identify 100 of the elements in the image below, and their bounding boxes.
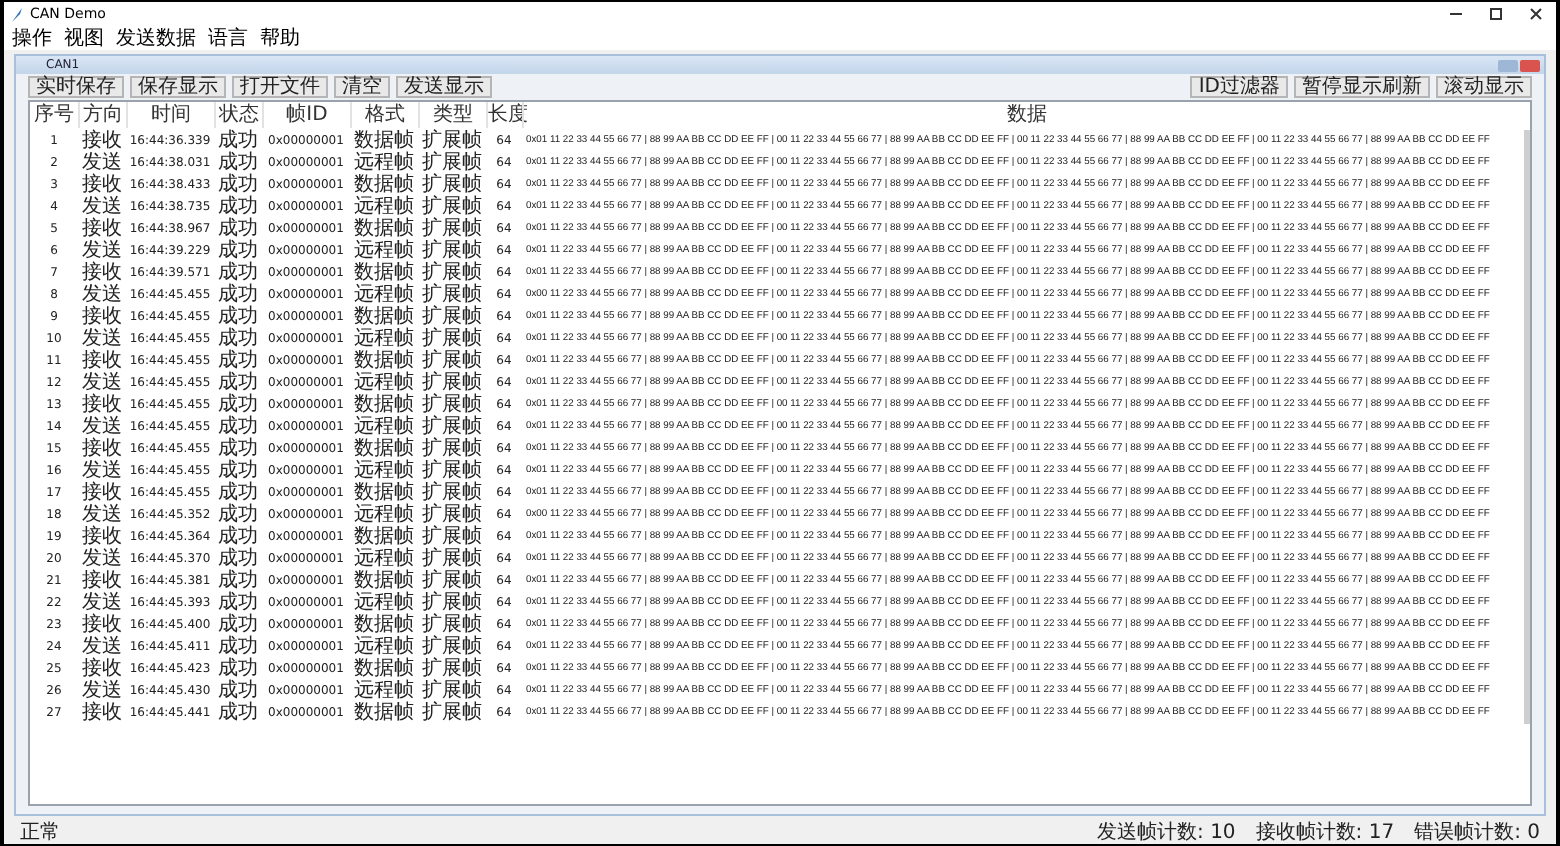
table-cell-text: 远程帧 <box>352 372 416 394</box>
table-cell-text: 扩展帧 <box>420 658 484 680</box>
table-cell-text: 扩展帧 <box>420 416 484 438</box>
table-cell-text: 扩展帧 <box>420 438 484 460</box>
table-cell-text: 接收 <box>80 174 124 196</box>
table-cell-text: 接收 <box>80 658 124 680</box>
table-cell-text: 远程帧 <box>352 460 416 482</box>
table-cell-text: 远程帧 <box>352 328 416 350</box>
table-cell-text: 数据帧 <box>352 130 416 152</box>
table-cell-text: 发送 <box>80 372 124 394</box>
menu-item[interactable]: 发送数据 <box>116 27 196 49</box>
feather-icon <box>10 6 24 22</box>
table-cell-text: 扩展帧 <box>420 350 484 372</box>
table-cell-text: 发送 <box>80 152 124 174</box>
table-cell-text: 扩展帧 <box>420 548 484 570</box>
table-cell-text: 数据帧 <box>352 306 416 328</box>
table-cell-text: 成功 <box>216 218 260 240</box>
toolbar-button[interactable]: 暂停显示刷新 <box>1294 76 1430 98</box>
toolbar-button[interactable]: ID过滤器 <box>1190 76 1288 98</box>
table-cell-text: 扩展帧 <box>420 680 484 702</box>
table-cell-text: 接收 <box>80 218 124 240</box>
table-cell-text: 数据帧 <box>352 570 416 592</box>
table-cell-text: 成功 <box>216 636 260 658</box>
table-cell-text: 扩展帧 <box>420 592 484 614</box>
column-header: 时间 <box>126 102 214 128</box>
table-cell-text: 扩展帧 <box>420 152 484 174</box>
table-cell-text: 接收 <box>80 614 124 636</box>
table-cell-text: 发送 <box>80 240 124 262</box>
table-cell-text: 远程帧 <box>352 152 416 174</box>
toolbar-button[interactable]: 滚动显示 <box>1436 76 1532 98</box>
toolbar-button[interactable]: 实时保存 <box>28 76 124 98</box>
menu-item[interactable]: 语言 <box>208 27 248 49</box>
table-cell-text: 发送 <box>80 680 124 702</box>
table-cell-text: 数据帧 <box>352 526 416 548</box>
table-cell-text: 发送 <box>80 504 124 526</box>
table-cell-text: 数据帧 <box>352 438 416 460</box>
table-cell-text: 数据帧 <box>352 262 416 284</box>
table-cell-text: 扩展帧 <box>420 306 484 328</box>
column-header: 状态 <box>214 102 262 128</box>
table-cell-text: 远程帧 <box>352 680 416 702</box>
table-cell-text: 远程帧 <box>352 504 416 526</box>
table-cell-text: 远程帧 <box>352 284 416 306</box>
table-cell-text: 成功 <box>216 416 260 438</box>
table-cell-text: 扩展帧 <box>420 482 484 504</box>
menu-item[interactable]: 操作 <box>12 27 52 49</box>
table-cell-text: 数据帧 <box>352 702 416 724</box>
table-cell-text: 成功 <box>216 438 260 460</box>
column-header: 数据 <box>522 102 1530 128</box>
table-cell-text: 扩展帧 <box>420 614 484 636</box>
table-cell-text: 成功 <box>216 306 260 328</box>
menu-item[interactable]: 视图 <box>64 27 104 49</box>
table-cell-text: 发送 <box>80 460 124 482</box>
table-cell-text: 接收 <box>80 394 124 416</box>
table-cell-text: 远程帧 <box>352 636 416 658</box>
toolbar-button[interactable]: 打开文件 <box>232 76 328 98</box>
table-cell-text: 接收 <box>80 262 124 284</box>
table-cell-text: 成功 <box>216 702 260 724</box>
table-cell-text: 接收 <box>80 526 124 548</box>
table-cell-text: 成功 <box>216 152 260 174</box>
table-cell-text: 数据帧 <box>352 174 416 196</box>
table-cell-text: 扩展帧 <box>420 636 484 658</box>
table-cell-text: 扩展帧 <box>420 526 484 548</box>
table-cell-text: 成功 <box>216 240 260 262</box>
table-cell-text: 扩展帧 <box>420 240 484 262</box>
table-cell-text: 成功 <box>216 130 260 152</box>
status-text: 正常 <box>20 821 60 843</box>
column-header: 帧ID <box>262 102 350 128</box>
table-cell-text: 成功 <box>216 526 260 548</box>
table-cell-text: 扩展帧 <box>420 284 484 306</box>
table-cell-text: 接收 <box>80 702 124 724</box>
table-cell-text: 接收 <box>80 130 124 152</box>
table-cell-text: 数据帧 <box>352 482 416 504</box>
table-cell-text: 扩展帧 <box>420 218 484 240</box>
table-cell-text: 成功 <box>216 174 260 196</box>
table-cell-text: 扩展帧 <box>420 174 484 196</box>
table-cell-text: 扩展帧 <box>420 196 484 218</box>
toolbar-button[interactable]: 发送显示 <box>396 76 492 98</box>
table-cell-text: 成功 <box>216 570 260 592</box>
table-cell-text: 接收 <box>80 482 124 504</box>
table-cell-text: 成功 <box>216 350 260 372</box>
table-cell-text: 成功 <box>216 680 260 702</box>
table-cell-text: 接收 <box>80 438 124 460</box>
table-cell-text: 成功 <box>216 548 260 570</box>
table-cell-text: 成功 <box>216 504 260 526</box>
column-header: 序号 <box>32 102 76 128</box>
toolbar-button[interactable]: 保存显示 <box>130 76 226 98</box>
toolbar-button[interactable]: 清空 <box>334 76 390 98</box>
frame-counter: 错误帧计数: 0 <box>1414 821 1540 843</box>
table-cell-text: 成功 <box>216 658 260 680</box>
table-cell-text: 成功 <box>216 592 260 614</box>
table-cell-text: 成功 <box>216 196 260 218</box>
table-cell-text: 发送 <box>80 284 124 306</box>
table-cell-text: 扩展帧 <box>420 460 484 482</box>
table-cell-text: 发送 <box>80 328 124 350</box>
menu-item[interactable]: 帮助 <box>260 27 300 49</box>
table-cell-text: 发送 <box>80 416 124 438</box>
table-cell-text: 成功 <box>216 262 260 284</box>
table-cell-text: 数据帧 <box>352 614 416 636</box>
table-cell-text: 数据帧 <box>352 218 416 240</box>
table-cell-text: 远程帧 <box>352 240 416 262</box>
